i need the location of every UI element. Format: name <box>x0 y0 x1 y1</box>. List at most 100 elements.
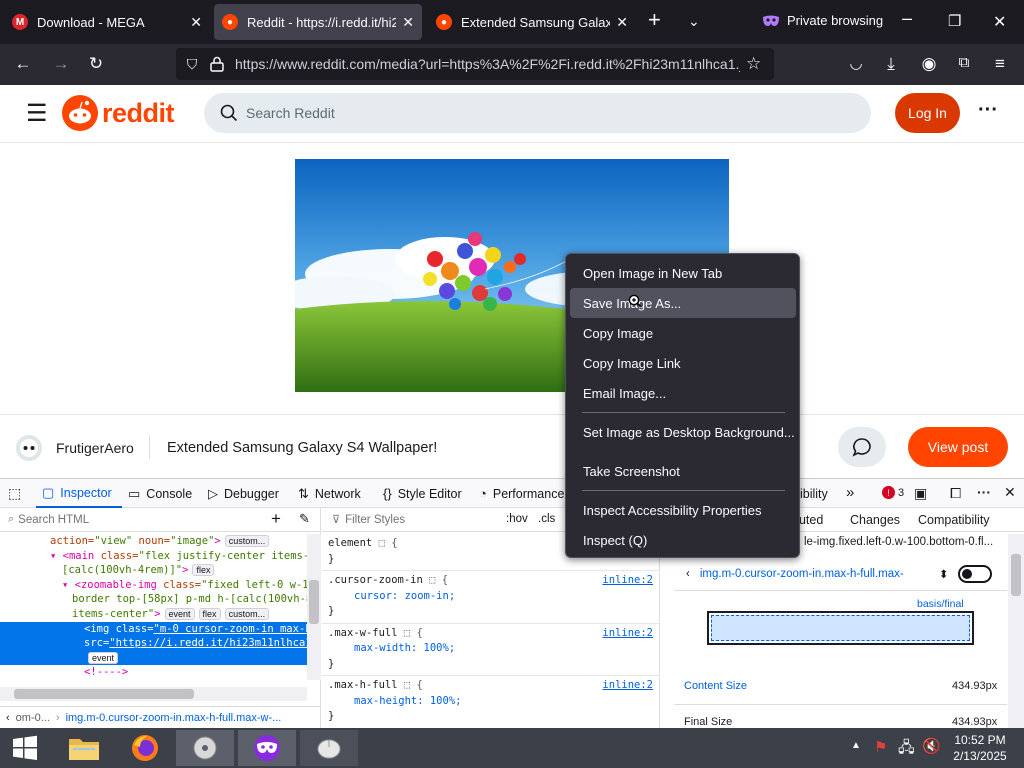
account-icon[interactable]: ◉ <box>918 54 940 74</box>
layout-scrollbar[interactable] <box>1008 534 1024 729</box>
eyedropper-icon[interactable]: ✎ <box>299 511 310 527</box>
firefox-button[interactable] <box>116 730 174 766</box>
url-bar[interactable]: ⛉ https://www.reddit.com/media?url=https… <box>176 48 774 80</box>
private-firefox-button[interactable] <box>238 730 296 766</box>
hamburger-menu-icon[interactable]: ☰ <box>26 99 48 128</box>
menu-copy-image-link[interactable]: Copy Image Link <box>570 348 796 378</box>
dropdown-icon[interactable]: ⬍ <box>939 567 949 581</box>
markup-scrollbar[interactable] <box>307 534 321 680</box>
start-button[interactable] <box>0 730 50 766</box>
css-source-link[interactable]: inline:2 <box>602 626 653 642</box>
view-post-button[interactable]: View post <box>908 427 1008 467</box>
markup-line[interactable]: ▾ <main class="flex justify-center items… <box>0 549 307 564</box>
tab-style-editor[interactable]: {} Style Editor <box>383 479 462 508</box>
comments-button[interactable] <box>838 427 886 467</box>
more-options-icon[interactable]: ··· <box>978 99 998 122</box>
css-selector[interactable]: .max-w-full <box>328 627 398 639</box>
mouse-app-button[interactable] <box>300 730 358 766</box>
markup-badge[interactable]: flex <box>192 564 215 577</box>
markup-line[interactable]: <!----> <box>0 665 307 680</box>
dock-icon[interactable]: ⧠ <box>950 485 961 502</box>
flex-item-selector[interactable]: ‹ img.m-0.cursor-zoom-in.max-h-full.max-… <box>674 561 1007 587</box>
devtools-menu-icon[interactable]: ··· <box>977 484 991 500</box>
markup-line[interactable]: event <box>0 650 307 666</box>
markup-line[interactable]: action="view" noun="image"> custom... <box>0 534 307 549</box>
lock-icon[interactable] <box>210 56 224 72</box>
css-rule[interactable]: .max-h-full ⬚ {inline:2 max-height: 100%;… <box>322 676 660 729</box>
css-declaration[interactable]: cursor: zoom-in; <box>328 589 654 605</box>
tab-compatibility[interactable]: Compatibility <box>918 513 990 527</box>
login-button[interactable]: Log In <box>895 93 960 133</box>
add-node-icon[interactable]: + <box>271 509 281 529</box>
more-tabs-icon[interactable]: » <box>846 484 854 501</box>
markup-line[interactable]: ▾ <zoomable-img class="fixed left-0 w-10… <box>0 578 307 593</box>
app-button[interactable] <box>176 730 234 766</box>
menu-open-image-new-tab[interactable]: Open Image in New Tab <box>570 258 796 288</box>
markup-line[interactable]: border top-[58px] p-md h-[calc(100vh-8r <box>0 592 307 607</box>
back-icon[interactable]: ← <box>12 54 34 74</box>
menu-take-screenshot[interactable]: Take Screenshot <box>570 456 796 486</box>
css-selector[interactable]: .cursor-zoom-in <box>328 574 423 586</box>
responsive-design-icon[interactable]: ▣ <box>914 485 927 502</box>
element-picker-icon[interactable]: ⬚ <box>8 485 21 502</box>
notification-flag-icon[interactable]: ⚑ <box>874 738 887 756</box>
back-icon[interactable]: ‹ <box>686 568 690 580</box>
file-explorer-button[interactable] <box>55 730 113 766</box>
tab-network[interactable]: ⇅ Network <box>298 479 361 508</box>
css-selector[interactable]: element <box>328 537 372 549</box>
menu-save-image-as[interactable]: Save Image As... <box>570 288 796 318</box>
forward-icon[interactable]: → <box>50 54 72 74</box>
markup-badge[interactable]: event <box>164 607 195 620</box>
css-source-link[interactable]: inline:2 <box>602 573 653 589</box>
downloads-icon[interactable]: ⤓ <box>880 54 902 74</box>
menu-copy-image[interactable]: Copy Image <box>570 318 796 348</box>
rules-list[interactable]: element ⬚ {} .cursor-zoom-in ⬚ {inline:2 c… <box>322 534 660 729</box>
network-status-icon[interactable]: 🖧 <box>898 737 915 762</box>
markup-badge[interactable]: custom... <box>224 535 270 547</box>
new-tab-icon[interactable]: + <box>648 7 661 33</box>
markup-tree[interactable]: action="view" noun="image"> custom... ▾ <m… <box>0 534 307 680</box>
post-title[interactable]: Extended Samsung Galaxy S4 Wallpaper! <box>167 440 437 456</box>
cls-toggle[interactable]: .cls <box>538 513 555 525</box>
css-rule[interactable]: .max-w-full ⬚ {inline:2 max-width: 100%;} <box>322 624 660 676</box>
volume-muted-icon[interactable]: 🔇 <box>922 737 941 755</box>
menu-icon[interactable]: ≡ <box>989 54 1011 74</box>
error-count[interactable]: ! 3 <box>882 486 904 499</box>
markup-line[interactable]: <img class="m-0 cursor-zoom-in max-h- <box>0 621 307 637</box>
reddit-logo[interactable]: reddit <box>62 95 175 131</box>
markup-line[interactable]: items-center"> event flex custom... <box>0 607 307 622</box>
minimize-icon[interactable]: – <box>902 8 912 29</box>
show-hidden-icons[interactable]: ▲ <box>851 740 861 751</box>
shield-icon[interactable]: ⛉ <box>176 56 208 73</box>
tab-console[interactable]: ▭ Console <box>128 479 192 508</box>
tab-extended-samsung[interactable]: ● Extended Samsung Galaxy S4 ✕ <box>428 4 636 40</box>
close-window-icon[interactable]: ✕ <box>993 12 1006 32</box>
markup-line[interactable]: [calc(100vh-4rem)]"> flex <box>0 563 307 578</box>
search-input[interactable]: Search Reddit <box>204 93 871 133</box>
css-declaration[interactable]: max-width: 100%; <box>328 641 654 657</box>
tab-debugger[interactable]: ▷ Debugger <box>208 479 279 508</box>
tab-changes[interactable]: Changes <box>850 513 900 527</box>
markup-line[interactable]: src="https://i.redd.it/hi23m11nlhca1. <box>0 636 307 651</box>
close-tab-icon[interactable]: ✕ <box>402 14 414 31</box>
tab-mega[interactable]: M Download - MEGA ✕ <box>4 4 210 40</box>
breadcrumb-item-current[interactable]: img.m-0.cursor-zoom-in.max-h-full.max-w-… <box>66 712 282 724</box>
pocket-icon[interactable]: ◡ <box>845 54 867 72</box>
clock[interactable]: 10:52 PM 2/13/2025 <box>948 732 1012 764</box>
markup-badge[interactable]: flex <box>198 607 221 620</box>
bookmark-star-icon[interactable]: ☆ <box>746 54 761 74</box>
menu-set-desktop-background[interactable]: Set Image as Desktop Background... <box>570 417 796 447</box>
markup-hscrollbar[interactable] <box>0 687 307 701</box>
author-avatar[interactable] <box>16 435 42 461</box>
menu-inspect-accessibility[interactable]: Inspect Accessibility Properties <box>570 495 796 525</box>
tab-performance[interactable]: ◔ Performance <box>479 479 565 508</box>
markup-badge[interactable]: custom... <box>224 607 270 620</box>
search-html-bar[interactable]: ⌕ Search HTML + ✎ <box>0 508 321 532</box>
breadcrumb-back-icon[interactable]: ‹ <box>6 712 10 724</box>
menu-email-image[interactable]: Email Image... <box>570 378 796 408</box>
flex-highlight-toggle[interactable] <box>958 565 993 583</box>
menu-inspect[interactable]: Inspect (Q) <box>570 525 796 555</box>
tab-reddit-media[interactable]: ● Reddit - https://i.redd.it/hi23 ✕ <box>214 4 422 40</box>
css-declaration[interactable]: max-height: 100%; <box>328 694 654 710</box>
tab-inspector[interactable]: ▢ Inspector <box>36 479 122 508</box>
